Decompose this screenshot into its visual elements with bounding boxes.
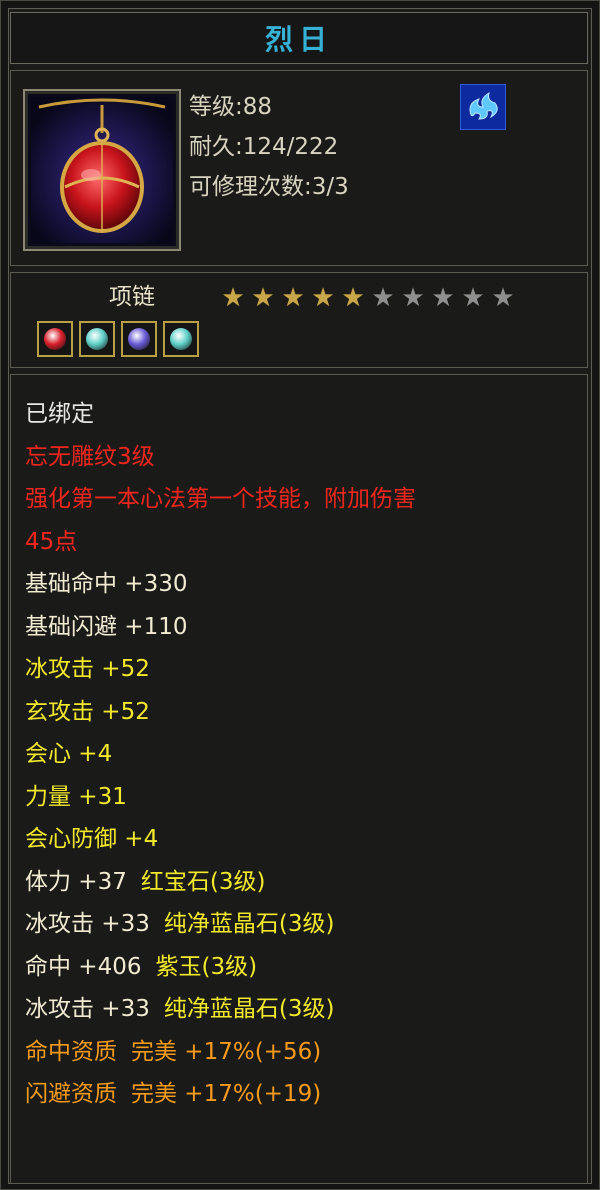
attribute-text: 命中 +406: [25, 953, 142, 980]
attribute-text: 完美 +17%(+19): [131, 1081, 322, 1107]
attribute-text: 命中资质: [25, 1038, 117, 1065]
attribute-line: 会心 +4: [25, 733, 585, 776]
attribute-line: 闪避资质 完美 +17%(+19): [25, 1073, 585, 1116]
attribute-line: 玄攻击 +52: [25, 691, 585, 734]
attribute-text: 基础命中 +330: [25, 571, 188, 597]
attribute-text: 冰攻击 +52: [25, 656, 150, 682]
attribute-text: 完美 +17%(+56): [131, 1038, 322, 1065]
attribute-text: 玄攻击 +52: [25, 698, 150, 725]
attribute-line: 忘无雕纹3级: [25, 436, 585, 479]
cyan-gem-icon[interactable]: [79, 321, 115, 357]
attribute-list: 已绑定忘无雕纹3级强化第一本心法第一个技能，附加伤害 45点基础命中 +330 基础…: [25, 393, 585, 1116]
star-icon: ★: [221, 283, 245, 313]
star-icon: ★: [491, 283, 515, 313]
attribute-line: 冰攻击 +33 纯净蓝晶石(3级): [25, 988, 585, 1031]
attribute-text: 闪避资质: [25, 1081, 117, 1107]
attribute-line: 冰攻击 +52: [25, 648, 585, 691]
gem-stone: [44, 328, 66, 350]
item-stats: 等级:88 耐久:124/222 可修理次数:3/3: [189, 87, 349, 207]
attribute-line: 命中资质 完美 +17%(+56): [25, 1031, 585, 1074]
title-bar: 烈日: [10, 12, 588, 64]
equipment-type: 项链: [109, 284, 155, 310]
attribute-text: 会心防御 +4: [25, 826, 159, 852]
star-icon: ★: [461, 283, 485, 313]
attribute-line: 会心防御 +4: [25, 818, 585, 861]
attribute-line: 45点: [25, 521, 585, 564]
attribute-text: 强化第一本心法第一个技能，附加伤害: [25, 486, 416, 512]
attribute-text: 45点: [25, 528, 78, 555]
star-icon: ★: [251, 283, 275, 313]
star-icon: ★: [431, 283, 455, 313]
gem-stone: [170, 328, 192, 350]
purple-gem-icon[interactable]: [121, 321, 157, 357]
repair-count-text: 可修理次数:3/3: [189, 174, 349, 200]
star-icon: ★: [311, 283, 335, 313]
blue-flame-icon: [460, 84, 506, 130]
attribute-line: 力量 +31: [25, 776, 585, 819]
attribute-text: 紫玉(3级): [155, 953, 258, 980]
red-gem-icon[interactable]: [37, 321, 73, 357]
gem-stone: [86, 328, 108, 350]
attribute-text: 冰攻击 +33: [25, 911, 150, 937]
cyan-gem-icon[interactable]: [163, 321, 199, 357]
attribute-line: 体力 +37 红宝石(3级): [25, 861, 585, 904]
level-text: 等级:88: [189, 94, 273, 120]
durability-text: 耐久:124/222: [189, 134, 339, 160]
attribute-text: 力量 +31: [25, 783, 127, 810]
attribute-line: 基础闪避 +110: [25, 606, 585, 649]
attribute-text: 纯净蓝晶石(3级): [163, 911, 335, 937]
item-title: 烈日: [264, 23, 333, 56]
gem-stone: [128, 328, 150, 350]
star-icon: ★: [281, 283, 305, 313]
attribute-text: 忘无雕纹3级: [25, 443, 155, 470]
attribute-text: 已绑定: [25, 401, 94, 427]
attribute-text: 红宝石(3级): [140, 868, 266, 895]
star-icon: ★: [341, 283, 365, 313]
attribute-text: 体力 +37: [25, 868, 127, 895]
attribute-line: 命中 +406 紫玉(3级): [25, 946, 585, 989]
attribute-line: 已绑定: [25, 393, 585, 436]
attribute-line: 冰攻击 +33 纯净蓝晶石(3级): [25, 903, 585, 946]
attribute-line: 基础命中 +330: [25, 563, 585, 606]
attribute-text: 会心 +4: [25, 741, 113, 767]
star-rating: ★ ★ ★ ★ ★ ★ ★ ★ ★ ★: [219, 285, 517, 311]
necklace-icon: [23, 89, 181, 251]
attribute-text: 纯净蓝晶石(3级): [163, 996, 335, 1022]
attributes-panel: 已绑定忘无雕纹3级强化第一本心法第一个技能，附加伤害 45点基础命中 +330 基础…: [10, 374, 588, 1184]
gem-sockets: [37, 321, 199, 357]
star-icon: ★: [371, 283, 395, 313]
attribute-line: 强化第一本心法第一个技能，附加伤害: [25, 478, 585, 521]
slot-panel: 项链 ★ ★ ★ ★ ★ ★ ★ ★ ★ ★: [10, 272, 588, 368]
attribute-text: 基础闪避 +110: [25, 613, 188, 640]
attribute-text: 冰攻击 +33: [25, 996, 150, 1022]
star-icon: ★: [401, 283, 425, 313]
